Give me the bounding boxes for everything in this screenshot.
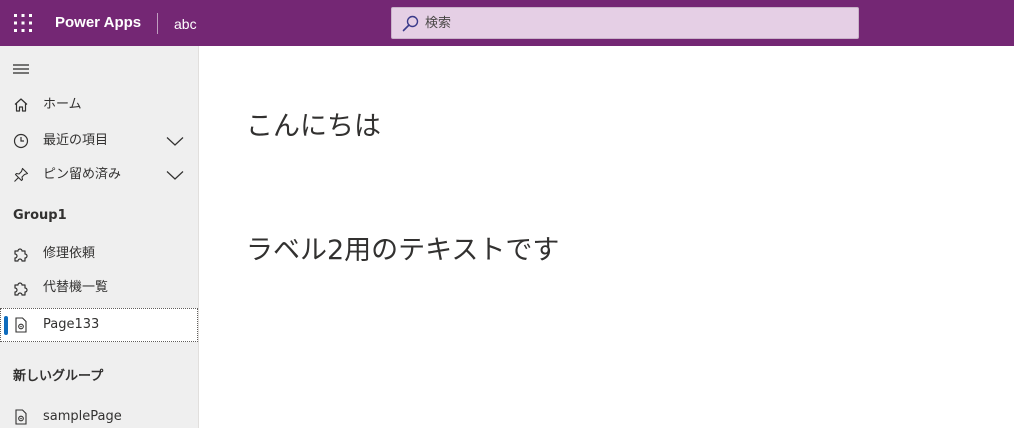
search-box[interactable] (391, 7, 859, 39)
nav-item-repair-request[interactable]: 修理依頼 (0, 237, 198, 271)
nav-item-samplepage[interactable]: samplePage (0, 400, 198, 434)
nav-item-label: 修理依頼 (43, 246, 96, 261)
nav-item-home[interactable]: ホーム (0, 88, 198, 122)
nav-item-recent[interactable]: 最近の項目 (0, 124, 198, 158)
pin-icon (14, 167, 29, 182)
app-title[interactable]: Power Apps (55, 13, 141, 33)
puzzle-icon (14, 282, 28, 296)
search-icon (402, 15, 419, 32)
selected-indicator (4, 316, 8, 335)
nav-item-label: ピン留め済み (43, 167, 122, 182)
hamburger-menu-icon[interactable] (12, 62, 30, 76)
app-launcher-waffle-icon[interactable] (13, 13, 33, 33)
page-gear-icon (15, 317, 27, 333)
nav-item-page133[interactable]: Page133 (0, 308, 198, 342)
home-icon (14, 98, 28, 112)
clock-icon (13, 133, 29, 149)
nav-item-label: ホーム (43, 97, 82, 112)
search-input[interactable] (425, 12, 845, 34)
main-canvas: こんにちは ラベル2用のテキストです (200, 46, 1014, 428)
chevron-down-icon[interactable] (166, 134, 184, 148)
label-1: こんにちは (246, 111, 381, 142)
chevron-down-icon[interactable] (166, 168, 184, 182)
label-2: ラベル2用のテキストです (246, 235, 560, 266)
nav-item-label: 代替機一覧 (43, 280, 109, 295)
left-navigation: ホーム 最近の項目 ピン留め済み Group1 修理依頼 代替機一覧 Page1… (0, 46, 199, 428)
nav-item-label: samplePage (43, 409, 122, 424)
nav-item-label: 最近の項目 (43, 133, 109, 148)
app-name[interactable]: abc (174, 14, 197, 34)
nav-item-pinned[interactable]: ピン留め済み (0, 158, 198, 192)
header-divider (157, 13, 158, 34)
puzzle-icon (14, 248, 28, 262)
nav-item-replacement-list[interactable]: 代替機一覧 (0, 271, 198, 305)
page-gear-icon (15, 409, 27, 425)
top-header-bar: Power Apps abc (0, 0, 1014, 46)
group-header-new-group: 新しいグループ (13, 369, 104, 384)
nav-item-label: Page133 (43, 317, 100, 332)
group-header-group1: Group1 (13, 208, 67, 223)
